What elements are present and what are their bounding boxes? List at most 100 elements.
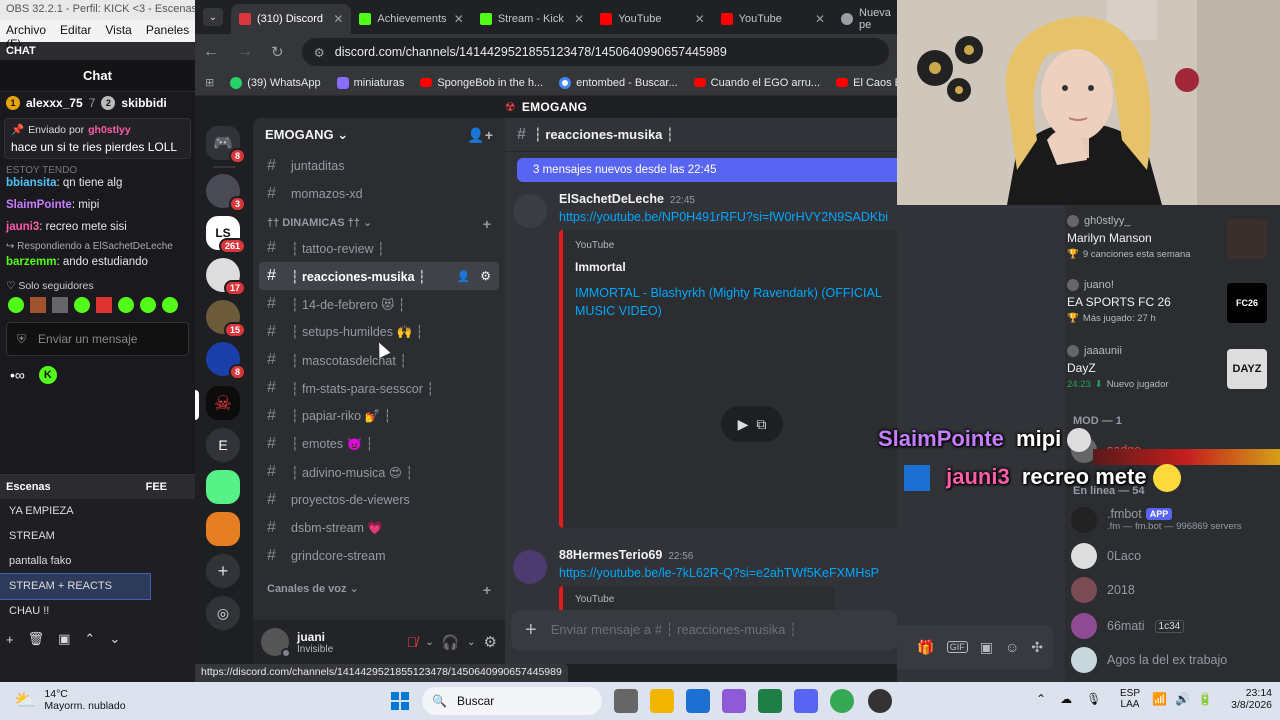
play-icon[interactable]: ▶ <box>738 416 749 433</box>
new-messages-bar[interactable]: 3 mensajes nuevos desde las 22:45 <box>517 158 897 182</box>
chevron-up-icon[interactable]: ⌃ <box>84 631 95 647</box>
message-author[interactable]: ElSachetDeLeche 22:45 <box>559 192 695 206</box>
message-composer[interactable]: + Enviar mensaje a # ┆ reacciones-musika… <box>511 610 897 650</box>
server-icon[interactable] <box>206 470 240 504</box>
mic-icon[interactable]: 🎙 <box>1086 692 1101 706</box>
channel-item[interactable]: # dsbm-stream 💗 <box>253 514 505 542</box>
discord-icon[interactable] <box>794 689 818 713</box>
gear-icon[interactable]: ⚙ <box>480 269 491 283</box>
invite-icon[interactable]: 👤+ <box>467 127 493 144</box>
emote-icon[interactable] <box>74 297 90 313</box>
message-link[interactable]: https://youtube.be/le-7kL62R-Q?si=e2ahTW… <box>559 566 879 580</box>
chat-user[interactable]: barzemm <box>6 256 57 268</box>
channel-item[interactable]: # ┆ adivino-musica 😍 ┆ <box>253 458 505 486</box>
scene-item-selected[interactable]: STREAM + REACTS <box>0 573 151 600</box>
attach-icon[interactable]: + <box>525 619 537 642</box>
clock[interactable]: 23:14 3/8/2026 <box>1212 687 1272 711</box>
channel-item[interactable]: # ┆ emotes 👿 ┆ <box>253 430 505 458</box>
server-icon[interactable]: E <box>206 428 240 462</box>
chat-user[interactable]: bbiansita <box>6 177 56 189</box>
task-view-icon[interactable] <box>614 689 638 713</box>
emote-icon[interactable] <box>140 297 156 313</box>
channel-item[interactable]: # proyectos-de-viewers <box>253 486 505 514</box>
gif-icon[interactable]: GIF <box>946 641 968 653</box>
url-bar[interactable]: ⚙ discord.com/channels/14144295218551234… <box>301 38 889 66</box>
kick-logo-icon[interactable]: K <box>38 366 57 384</box>
tab-youtube[interactable]: YouTube ✕ <box>713 4 833 34</box>
open-external-icon[interactable]: ⧉ <box>756 416 766 433</box>
forward-icon[interactable]: → <box>237 43 253 61</box>
language-indicator[interactable]: ESP LAA <box>1120 688 1140 710</box>
menu-paneles[interactable]: Paneles <box>146 23 189 39</box>
chrome-icon[interactable] <box>830 689 854 713</box>
video-thumbnail[interactable]: ▶ ⧉ <box>575 330 915 520</box>
apps-icon[interactable]: ⊞ <box>205 76 214 89</box>
scene-item[interactable]: pantalla fako <box>0 549 150 574</box>
chevron-up-icon[interactable]: ⌃ <box>1036 692 1046 706</box>
status-icons[interactable]: 📶 🔊 🔋 <box>1152 692 1213 706</box>
channel-item[interactable]: # ┆ 14-de-febrero 😻 ┆ <box>253 290 505 318</box>
member-item[interactable]: 2018 <box>1071 575 1135 605</box>
bookmark[interactable]: miniaturas <box>336 76 404 89</box>
filter-icon[interactable]: ▣ <box>58 631 70 647</box>
channel-item-selected[interactable]: # ┆ reacciones-musika ┆ 👤 ⚙ <box>259 262 499 290</box>
add-scene-icon[interactable]: + <box>6 632 14 647</box>
scene-item[interactable]: YA EMPIEZA <box>0 499 150 524</box>
gear-icon[interactable]: ⚙ <box>484 633 497 651</box>
emote-icon[interactable] <box>118 297 134 313</box>
member-item[interactable]: Agos la del ex trabajo <box>1071 645 1227 675</box>
bookmark[interactable]: SpongeBob in the h... <box>420 77 543 89</box>
excel-icon[interactable] <box>758 689 782 713</box>
server-icon[interactable]: 8 <box>206 342 246 380</box>
emote-icon[interactable] <box>8 297 24 313</box>
menu-editar[interactable]: Editar <box>60 23 91 39</box>
cloud-tray-icon[interactable]: ☁ <box>1060 692 1072 706</box>
emogang-server-icon[interactable]: ☠ <box>206 386 240 420</box>
chat-user[interactable]: SlaimPointe <box>6 199 72 211</box>
member-item[interactable]: .fmbot APP .fm — fm.bot — 996869 servers <box>1071 507 1242 537</box>
trash-icon[interactable]: 🗑 <box>28 631 45 647</box>
tab-new[interactable]: Nueva pe <box>833 4 897 34</box>
scene-item[interactable]: STREAM <box>0 524 150 549</box>
channel-item[interactable]: # momazos-xd <box>253 180 505 208</box>
taskbar-search[interactable]: 🔍 Buscar <box>422 687 602 715</box>
channel-item[interactable]: # ┆ tattoo-review ┆ <box>253 234 505 262</box>
chevron-down-icon[interactable]: ⌄ <box>467 637 475 648</box>
file-explorer-icon[interactable] <box>650 689 674 713</box>
obs-icon[interactable] <box>868 689 892 713</box>
scene-item[interactable]: CHAU !! <box>0 599 150 624</box>
tab-discord[interactable]: (310) Discord ✕ <box>231 4 352 34</box>
embed-title[interactable]: IMMORTAL - Blashyrkh (Mighty Ravendark) … <box>575 284 905 320</box>
sticker-icon[interactable]: ▣ <box>980 639 993 656</box>
server-name-header[interactable]: EMOGANG ⌄ 👤+ <box>253 118 505 152</box>
channel-item[interactable]: # grindcore-stream <box>253 542 505 570</box>
reload-icon[interactable]: ↻ <box>271 43 284 61</box>
close-icon[interactable]: ✕ <box>695 12 705 26</box>
apps-icon[interactable]: ✣ <box>1031 639 1043 656</box>
emote-icon[interactable] <box>162 297 178 313</box>
activity-card[interactable]: juano! EA SPORTS FC 26 🏆 Más jugado: 27 h… <box>1067 279 1277 339</box>
add-channel-icon[interactable]: + <box>483 582 491 598</box>
add-member-icon[interactable]: 👤 <box>457 270 471 283</box>
bookmark[interactable]: entombed - Buscar... <box>559 76 678 89</box>
gift-icon[interactable]: 🎁 <box>917 639 934 656</box>
close-icon[interactable]: ✕ <box>574 12 584 26</box>
user-info[interactable]: juani Invisible <box>297 630 333 655</box>
server-icon[interactable] <box>206 512 240 546</box>
avatar[interactable] <box>513 550 547 584</box>
direct-messages-icon[interactable]: 🎮 8 <box>206 126 246 164</box>
embed-author[interactable]: Immortal <box>575 260 626 274</box>
tab-achievements[interactable]: Achievements ✕ <box>351 4 471 34</box>
explore-icon[interactable]: ◎ <box>206 596 240 630</box>
site-info-icon[interactable]: ⚙ <box>314 45 325 60</box>
category-header[interactable]: †† DINAMICAS †† ⌄ + <box>253 208 505 234</box>
chevron-down-icon[interactable]: ⌄ <box>109 631 120 647</box>
channel-item[interactable]: # ┆ fm-stats-para-sesscor ┆ <box>253 374 505 402</box>
play-controls[interactable]: ▶ ⧉ <box>721 406 783 442</box>
server-icon[interactable]: 3 <box>206 174 246 212</box>
emote-icon[interactable] <box>52 297 68 313</box>
tab-youtube[interactable]: YouTube ✕ <box>592 4 712 34</box>
chat-send-input[interactable]: ⛨ Enviar un mensaje <box>6 322 189 356</box>
avatar[interactable] <box>261 628 291 658</box>
tab-search-icon[interactable]: ⌄ <box>203 8 223 26</box>
